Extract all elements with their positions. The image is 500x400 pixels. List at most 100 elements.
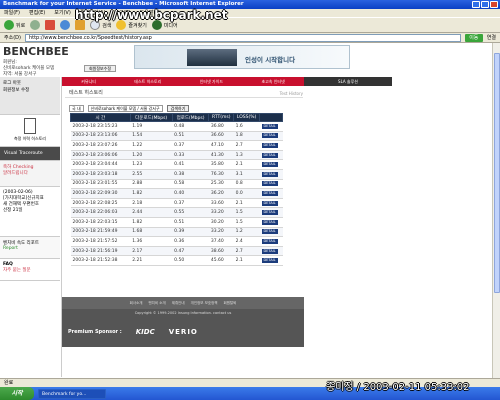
cell-download: 2.21	[130, 255, 173, 266]
promo-sub: 알려드립니다	[3, 171, 28, 176]
cell-rtt: 36.80	[208, 121, 234, 132]
refresh-button[interactable]	[60, 20, 71, 30]
taskbar-item[interactable]: Benchmark for yo...	[38, 388, 106, 399]
edit-profile-button[interactable]: 회원정보수정	[84, 65, 116, 72]
detail-button[interactable]: DETAIL	[261, 152, 278, 158]
news-item[interactable]: 선정 21일	[3, 208, 57, 214]
menu-view[interactable]: 보기(V)	[54, 9, 71, 17]
cell-detail: DETAIL	[259, 121, 283, 132]
detail-button[interactable]: DETAIL	[261, 123, 278, 129]
cell-download: 1.23	[130, 159, 173, 170]
detail-button[interactable]: DETAIL	[261, 248, 278, 254]
table-row: 2003-2-18 22:06:03 2.44 0.55 33.20 1.5 DETAIL	[70, 207, 283, 218]
site-footer: 회사소개 벤치비 소개 제휴안내 개인정보 보호정책 회원탈퇴 Copyrigh…	[62, 297, 304, 347]
refresh-icon	[60, 20, 71, 30]
cell-upload: 0.39	[172, 227, 209, 238]
cell-detail: DETAIL	[259, 217, 283, 228]
sidebar-traceroute[interactable]: Visual Traceroute	[0, 147, 60, 161]
cell-loss: 2.1	[233, 159, 260, 170]
search-history-button[interactable]: 검색하기	[166, 104, 190, 112]
nav-internet-guide[interactable]: 인터넷 가이드	[200, 79, 223, 85]
copyright: Copyright © 1999-2002 Insung Information…	[134, 311, 232, 315]
cell-download: 1.36	[130, 236, 173, 247]
faq-sub: 자주 묻는 질문	[3, 268, 31, 273]
cell-loss: 1.5	[233, 217, 260, 228]
cell-detail: DETAIL	[259, 159, 283, 170]
sponsor-verio-logo[interactable]: VERIO	[169, 328, 198, 336]
sidebar-promo[interactable]: 축하 Checking 알려드립니다	[0, 161, 60, 187]
status-text: 완료	[4, 380, 14, 386]
maximize-button[interactable]	[481, 1, 489, 8]
detail-button[interactable]: DETAIL	[261, 238, 278, 244]
col-detail	[259, 113, 283, 122]
sidebar-history[interactable]: 측정 이력 히스토리	[0, 115, 60, 147]
cell-upload: 0.37	[172, 198, 209, 209]
sidebar-account: 로그 아웃 회원정보 수정	[0, 77, 60, 115]
nav-sla[interactable]: SLA 솔루션	[338, 79, 358, 85]
detail-button[interactable]: DETAIL	[261, 162, 278, 168]
footer-link[interactable]: 개인정보 보호정책	[191, 301, 218, 306]
start-button[interactable]: 시작	[0, 387, 34, 400]
minimize-button[interactable]	[472, 1, 480, 8]
vertical-scrollbar[interactable]	[492, 43, 500, 378]
footer-link[interactable]: 벤치비 소개	[149, 301, 166, 306]
menu-edit[interactable]: 편집(E)	[29, 9, 45, 17]
footer-link[interactable]: 회원탈퇴	[223, 301, 236, 306]
ad-banner[interactable]: 인성이 시작합니다	[134, 45, 350, 69]
scrollbar-thumb[interactable]	[494, 53, 500, 293]
links-label[interactable]: 연결	[487, 34, 496, 41]
report-sub: Report	[3, 246, 18, 251]
cell-time: 2003-2-18 23:07:26	[70, 140, 131, 151]
sidebar-faq[interactable]: FAQ 자주 묻는 질문	[0, 259, 60, 281]
forward-arrow-icon	[30, 20, 41, 30]
sidebar-edit-profile[interactable]: 회원정보 수정	[3, 87, 57, 94]
footer-link[interactable]: 회사소개	[130, 301, 143, 306]
cell-time: 2003-2-18 23:03:18	[70, 169, 131, 180]
table-row: 2003-2-18 23:01:55 2.88 0.58 25.30 0.8 DETAIL	[70, 179, 283, 190]
nav-community[interactable]: 커뮤니티	[81, 79, 96, 85]
detail-button[interactable]: DETAIL	[261, 133, 278, 139]
menu-file[interactable]: 파일(F)	[4, 9, 20, 17]
back-button[interactable]: 뒤로	[4, 20, 25, 30]
favorites-label: 즐겨찾기	[128, 22, 147, 29]
cell-download: 2.18	[130, 198, 173, 209]
detail-button[interactable]: DETAIL	[261, 190, 278, 196]
cell-rtt: 37.40	[208, 236, 234, 247]
cell-download: 1.82	[130, 188, 173, 199]
table-body: 2003-2-18 23:15:23 1.19 0.48 36.80 1.6 DETAIL…	[70, 121, 283, 266]
detail-button[interactable]: DETAIL	[261, 200, 278, 206]
nav-test-history[interactable]: 테스트 히스토리	[134, 79, 161, 85]
stop-button[interactable]	[45, 20, 56, 30]
forward-button[interactable]	[30, 20, 41, 30]
pane-title-text: 테스트 히스토리	[69, 90, 103, 96]
table-row: 2003-2-18 21:56:19 2.17 0.47 38.60 2.7 DETAIL	[70, 246, 283, 257]
detail-button[interactable]: DETAIL	[261, 142, 278, 148]
sidebar-logout[interactable]: 로그 아웃	[3, 80, 57, 87]
site-logo[interactable]: BENCHBEE	[3, 45, 69, 58]
detail-button[interactable]: DETAIL	[261, 181, 278, 187]
document-icon	[24, 118, 36, 134]
search-label: 검색	[102, 22, 112, 29]
footer-link[interactable]: 제휴안내	[172, 301, 185, 306]
sponsor-kidc-logo[interactable]: KIDC	[136, 328, 155, 336]
col-download: 다운로드(Mbps)	[129, 113, 173, 122]
cell-download: 2.44	[130, 207, 173, 218]
sponsor-label: Premium Sponsor :	[68, 329, 122, 335]
detail-button[interactable]: DETAIL	[261, 258, 278, 264]
detail-button[interactable]: DETAIL	[261, 210, 278, 216]
table-row: 2003-2-18 21:52:38 2.21 0.50 45.60 2.1 DETAIL	[70, 255, 283, 266]
detail-button[interactable]: DETAIL	[261, 171, 278, 177]
address-input[interactable]: http://www.benchbee.co.kr/Speedtest/hist…	[24, 33, 461, 42]
sidebar-report[interactable]: 벤치비 속도 리포트 Report	[0, 237, 60, 259]
close-button[interactable]	[490, 1, 498, 8]
stop-icon	[45, 20, 56, 30]
detail-button[interactable]: DETAIL	[261, 219, 278, 225]
go-button[interactable]: 이동	[464, 33, 483, 42]
scope-select[interactable]: 국 내	[69, 104, 84, 112]
nav-highspeed[interactable]: 초고속 인터넷	[261, 79, 284, 85]
detail-button[interactable]: DETAIL	[261, 229, 278, 235]
cell-time: 2003-2-18 23:01:55	[70, 179, 131, 190]
cell-detail: DETAIL	[259, 131, 283, 142]
cell-time: 2003-2-18 22:06:03	[70, 207, 131, 218]
connection-select[interactable]: 신비로sohark 케이블 모뎀 / 서울 강서구	[87, 104, 163, 112]
